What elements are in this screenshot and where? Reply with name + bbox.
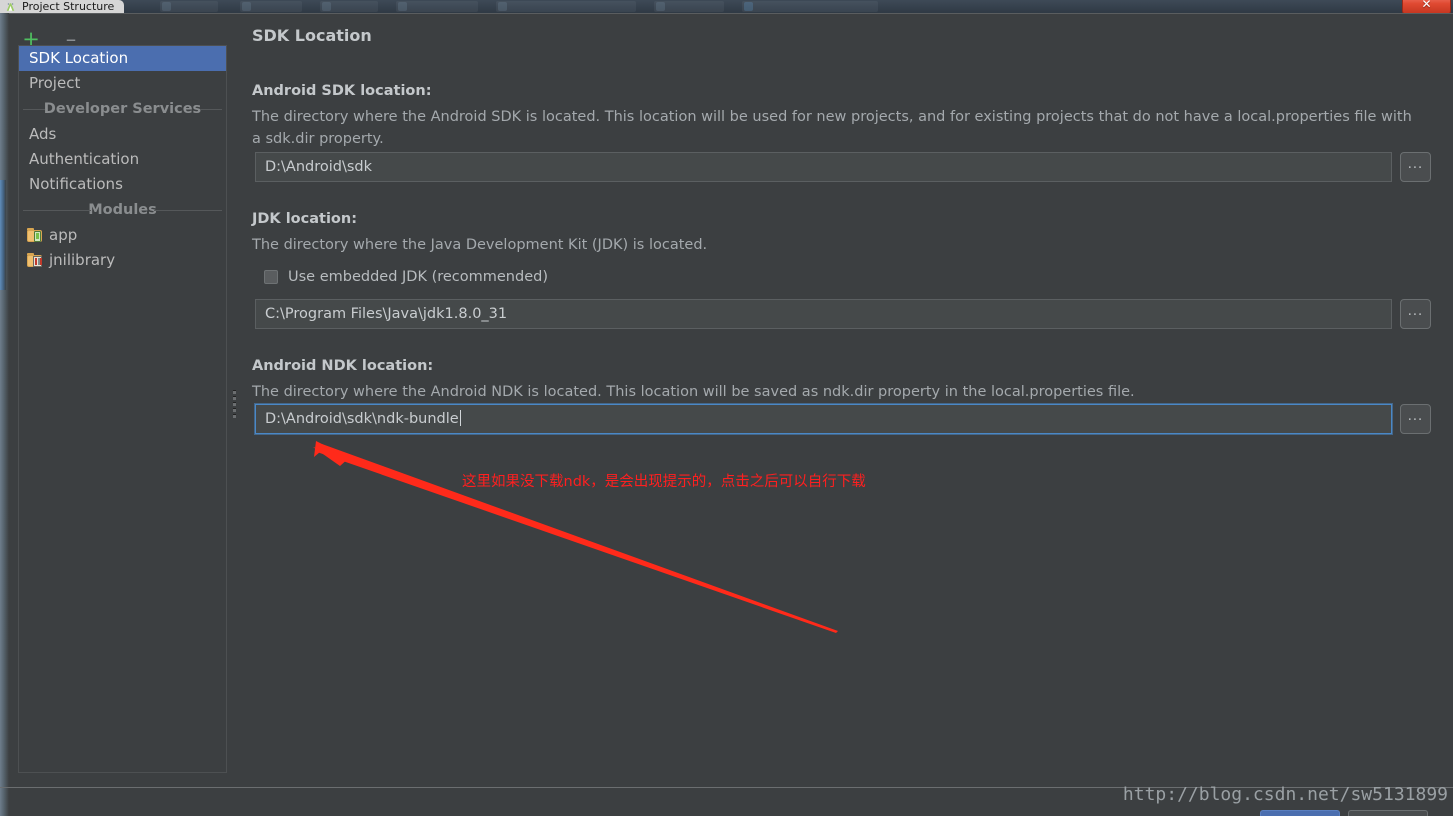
android-sdk-browse-button[interactable]: ... xyxy=(1400,152,1431,182)
android-sdk-description: The directory where the Android SDK is l… xyxy=(252,109,1412,147)
window-left-edge-highlight xyxy=(0,180,6,290)
sidebar-item-authentication[interactable]: Authentication xyxy=(19,147,226,172)
jdk-path-row: C:\Program Files\Java\jdk1.8.0_31 ... xyxy=(252,299,1437,331)
panel-splitter-handle[interactable] xyxy=(232,390,238,420)
android-sdk-label: Android SDK location: xyxy=(252,83,432,99)
sidebar-item-sdk-location[interactable]: SDK Location xyxy=(19,46,226,71)
text-caret xyxy=(459,410,461,426)
android-ndk-label: Android NDK location: xyxy=(252,358,434,374)
jdk-browse-button[interactable]: ... xyxy=(1400,299,1431,329)
android-sdk-path-input[interactable]: D:\Android\sdk xyxy=(255,152,1392,182)
jdk-path-input[interactable]: C:\Program Files\Java\jdk1.8.0_31 xyxy=(255,299,1392,329)
android-ndk-browse-button[interactable]: ... xyxy=(1400,404,1431,434)
use-embedded-jdk-label: Use embedded JDK (recommended) xyxy=(288,269,548,285)
android-ndk-path-row: D:\Android\sdk\ndk-bundle ... xyxy=(252,404,1437,436)
window-title-tab: Project Structure xyxy=(0,0,125,14)
sidebar-item-label: SDK Location xyxy=(29,49,129,67)
sidebar-item-label: jnilibrary xyxy=(49,251,116,269)
sidebar-item-label: Ads xyxy=(29,125,57,143)
sidebar-item-label: Notifications xyxy=(29,175,123,193)
jdk-label: JDK location: xyxy=(252,211,358,227)
sidebar-item-jnilibrary[interactable]: jnilibrary xyxy=(19,248,226,273)
sidebar-item-project[interactable]: Project xyxy=(19,71,226,96)
sidebar-item-app[interactable]: app xyxy=(19,223,226,248)
sidebar-item-label: app xyxy=(49,226,78,244)
ide-ghost-toolbar xyxy=(160,0,920,13)
module-library-icon xyxy=(27,253,43,267)
annotation-text: 这里如果没下载ndk，是会出现提示的，点击之后可以自行下载 xyxy=(462,474,866,490)
sidebar-item-label: Authentication xyxy=(29,150,140,168)
sidebar-item-label: Project xyxy=(29,74,81,92)
android-ndk-description: The directory where the Android NDK is l… xyxy=(252,384,1135,400)
watermark: http://blog.csdn.net/sw5131899 xyxy=(1122,784,1448,805)
jdk-description: The directory where the Java Development… xyxy=(252,237,708,253)
sidebar-group-modules: Modules xyxy=(19,197,226,223)
android-sdk-path-row: D:\Android\sdk ... xyxy=(252,152,1437,184)
sidebar-item-notifications[interactable]: Notifications xyxy=(19,172,226,197)
close-icon: ✕ xyxy=(1421,0,1432,11)
cancel-button[interactable] xyxy=(1348,810,1428,816)
sidebar: SDK Location Project Developer Services Ads… xyxy=(18,45,227,773)
module-app-icon xyxy=(27,228,43,242)
android-ndk-path-input[interactable]: D:\Android\sdk\ndk-bundle xyxy=(255,404,1392,434)
use-embedded-jdk-checkbox[interactable] xyxy=(264,270,278,284)
sidebar-item-ads[interactable]: Ads xyxy=(19,122,226,147)
ok-button[interactable] xyxy=(1260,810,1340,816)
android-studio-icon xyxy=(6,3,15,11)
page-title: SDK Location xyxy=(252,26,372,45)
android-ndk-path-value: D:\Android\sdk\ndk-bundle xyxy=(265,411,459,427)
project-structure-dialog: Project Structure ✕ + – SDK Location Proj… xyxy=(0,0,1453,816)
sidebar-group-developer-services: Developer Services xyxy=(19,96,226,122)
window-left-edge xyxy=(0,13,9,816)
window-title-text: Project Structure xyxy=(22,0,115,13)
main-panel: SDK Location Android SDK location: The d… xyxy=(252,14,1437,774)
ide-background-strip: Project Structure ✕ xyxy=(0,0,1453,15)
window-controls: ✕ xyxy=(1393,0,1453,15)
